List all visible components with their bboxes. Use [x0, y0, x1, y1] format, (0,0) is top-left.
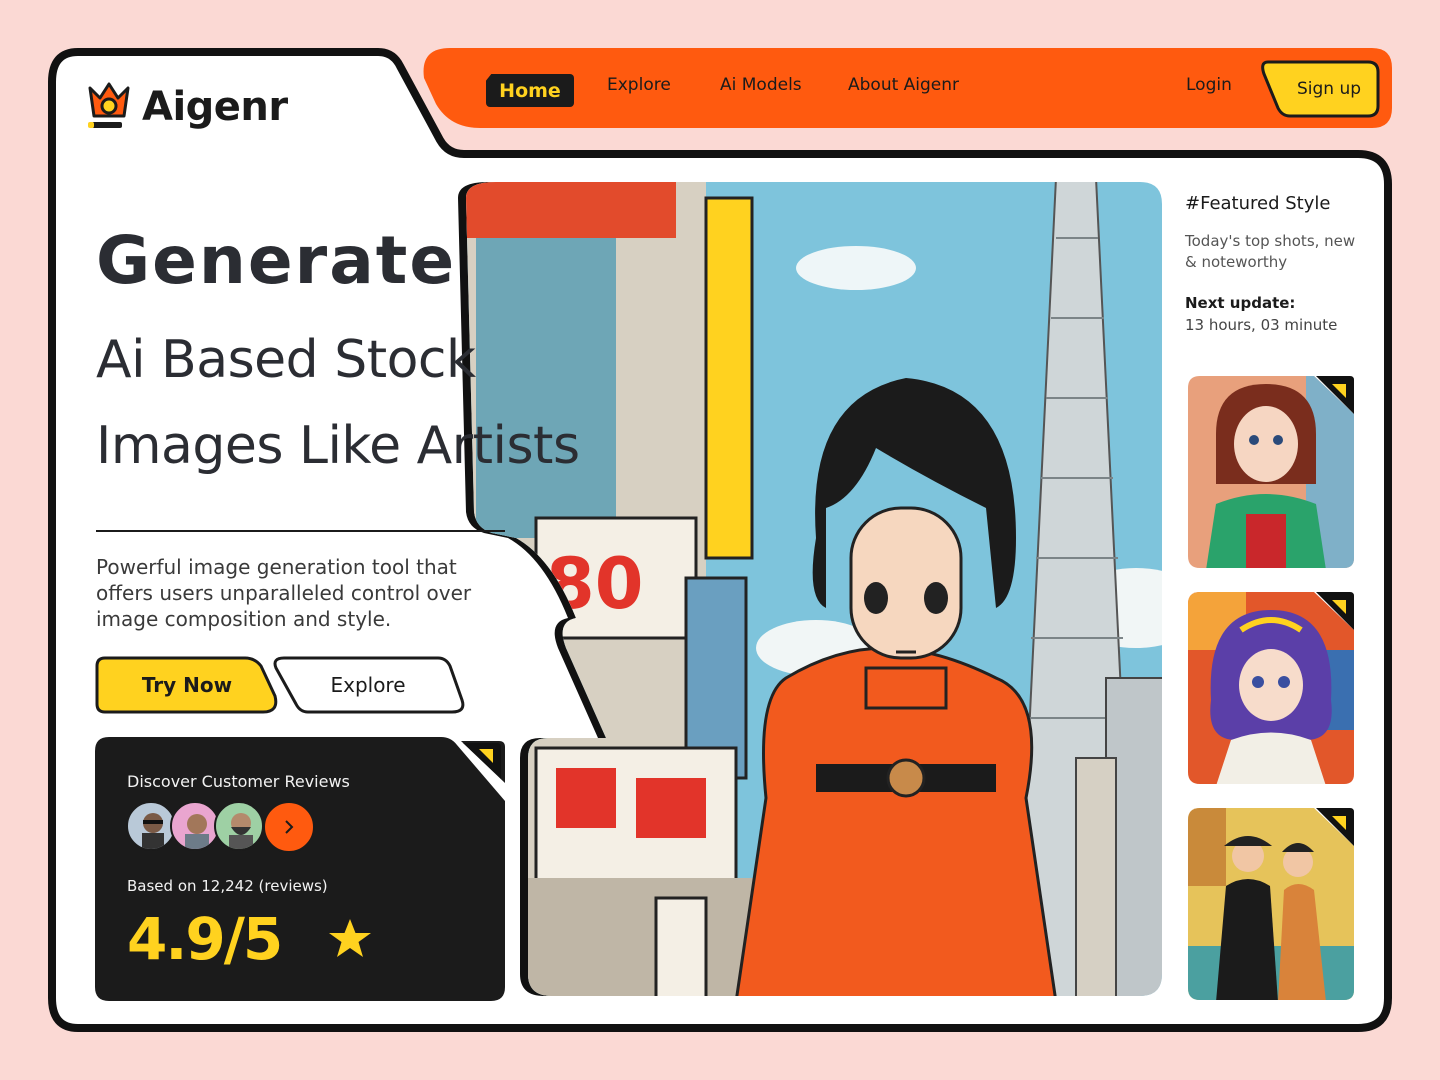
reviews-score: 4.9/5 [127, 905, 283, 973]
signup-label: Sign up [1296, 79, 1362, 99]
reviews-title: Discover Customer Reviews [127, 772, 350, 791]
nav-ai-models[interactable]: Ai Models [720, 75, 802, 95]
next-update-value: 13 hours, 03 minute [1185, 316, 1338, 334]
featured-thumb-2[interactable] [1186, 590, 1356, 786]
signup-button[interactable]: Sign up [1260, 60, 1380, 118]
svg-text:80: 80 [546, 543, 643, 625]
corner-tag-icon [1316, 376, 1354, 414]
brand-logo[interactable]: Aigenr [86, 80, 288, 134]
reviews-next-button[interactable] [263, 801, 315, 853]
corner-tag-icon [1316, 808, 1354, 846]
avatar[interactable] [126, 801, 176, 851]
nav-explore[interactable]: Explore [607, 75, 671, 95]
brand-name: Aigenr [142, 84, 288, 130]
reviews-count: Based on 12,242 (reviews) [127, 877, 328, 895]
featured-subtitle: Today's top shots, new & noteworthy [1185, 232, 1356, 271]
corner-tag-icon [463, 743, 501, 779]
nav-home[interactable]: Home [486, 74, 574, 107]
featured-title: #Featured Style [1185, 193, 1331, 214]
featured-thumb-1[interactable] [1186, 374, 1356, 570]
star-icon [329, 919, 371, 957]
avatar[interactable] [214, 801, 264, 851]
hero-description: Powerful image generation tool that offe… [96, 555, 472, 631]
featured-thumb-3[interactable] [1186, 806, 1356, 1002]
nav-login[interactable]: Login [1186, 75, 1232, 95]
hero-image: 80 [456, 178, 1166, 1006]
explore-button[interactable]: Explore [270, 656, 466, 714]
try-now-button[interactable]: Try Now [95, 656, 279, 714]
hero-subheadline-1: Ai Based Stock [96, 330, 476, 390]
crown-logo-icon [88, 82, 130, 128]
chevron-right-icon [285, 820, 294, 834]
avatar[interactable] [170, 801, 220, 851]
nav-about[interactable]: About Aigenr [848, 75, 959, 95]
next-update-label: Next update: [1185, 294, 1296, 312]
try-now-label: Try Now [141, 673, 233, 697]
hero-subheadline-2: Images Like Artists [96, 416, 580, 476]
reviews-card: Discover Customer Reviews Based on 12,24… [95, 737, 505, 1001]
explore-label: Explore [330, 673, 406, 697]
hero-divider [96, 530, 505, 532]
corner-tag-icon [1316, 592, 1354, 630]
hero-headline: Generate [96, 222, 457, 299]
